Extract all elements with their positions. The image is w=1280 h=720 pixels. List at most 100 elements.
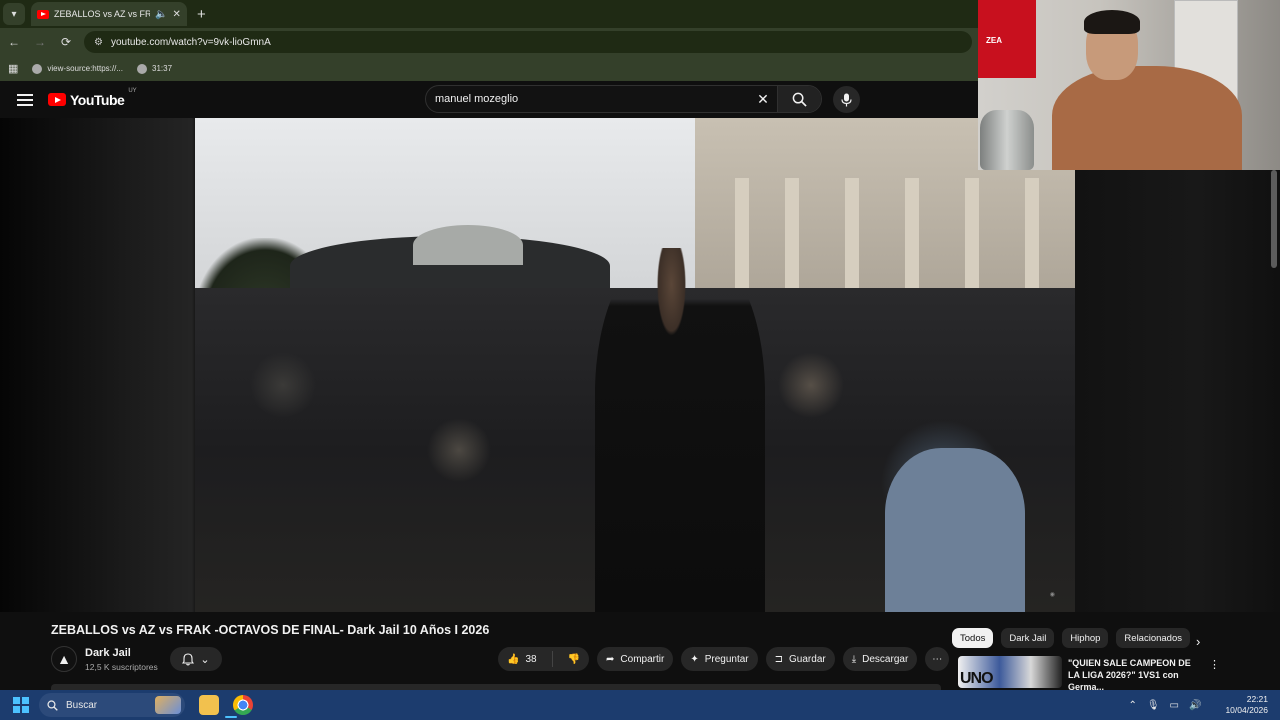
search-input[interactable]: manuel mozeglio — [435, 93, 749, 105]
chip-todos[interactable]: Todos — [952, 628, 994, 648]
thumbnail-text: UNO — [960, 670, 994, 687]
search-icon — [792, 92, 807, 107]
clock[interactable]: 22:21 10/04/2026 — [1225, 694, 1268, 716]
chevron-right-icon[interactable]: › — [1196, 634, 1200, 649]
voice-search-button[interactable] — [833, 86, 860, 113]
windows-taskbar: Buscar — [0, 690, 1280, 720]
webcam-thermos — [980, 110, 1034, 170]
share-icon: ➦ — [606, 653, 615, 665]
share-label: Compartir — [620, 653, 665, 665]
menu-hamburger-icon[interactable] — [17, 93, 33, 106]
jersey-text: ZEA — [986, 36, 1002, 45]
reload-button[interactable]: ⟳ — [54, 35, 78, 49]
clock-date: 10/04/2026 — [1225, 705, 1268, 715]
recommendation-chips: Todos Dark Jail Hiphop Relacionados — [952, 628, 1190, 648]
save-button[interactable]: ⊐ Guardar — [765, 647, 835, 671]
more-horizontal-icon: ⋯ — [932, 653, 943, 665]
apps-grid-icon[interactable]: ▦ — [8, 62, 18, 75]
webcam-jersey: ZEA — [978, 0, 1036, 78]
webcam-overlay: ZEA — [978, 0, 1280, 170]
chip-dark-jail[interactable]: Dark Jail — [1001, 628, 1055, 648]
bookmark-favicon-icon — [137, 63, 147, 74]
kebab-menu-icon[interactable]: ⋮ — [1209, 658, 1220, 671]
video-gazebo-dome — [413, 225, 523, 265]
clear-search-icon[interactable]: ✕ — [749, 91, 777, 108]
close-tab-icon[interactable]: ✕ — [172, 9, 180, 20]
new-tab-button[interactable]: + — [197, 6, 206, 23]
recommendation-title[interactable]: "QUIEN SALE CAMPEON DE LA LIGA 2026?" 1V… — [1068, 657, 1204, 693]
like-dislike-group: 👍 38 👎 — [498, 647, 590, 671]
bookmark-icon: ⊐ — [774, 653, 784, 665]
browser-toolbar: ← → ⟳ ⚙ youtube.com/watch?v=9vk-lioGmnA — [0, 28, 978, 56]
recommendation-thumbnail[interactable]: UNO — [958, 656, 1062, 688]
bell-icon — [182, 652, 195, 665]
bookmarks-bar: ▦ view-source:https://... 31:37 — [0, 56, 978, 81]
browser-tab-strip: ▾ ZEBALLOS vs AZ vs FRAK -O 🔈 ✕ + — [0, 0, 978, 28]
clock-time: 22:21 — [1246, 694, 1268, 704]
page-scrollbar[interactable] — [1271, 170, 1277, 268]
download-icon: ⤓ — [851, 653, 857, 665]
video-performer — [595, 248, 765, 612]
taskbar-search-label: Buscar — [66, 699, 98, 711]
chevron-up-icon[interactable]: ⌃ — [1128, 700, 1136, 711]
address-bar[interactable]: ⚙ youtube.com/watch?v=9vk-lioGmnA — [84, 31, 972, 53]
bookmark-label: 31:37 — [152, 64, 173, 73]
dislike-button[interactable]: 👎 — [559, 647, 589, 671]
thumbs-down-icon: 👎 — [567, 653, 581, 665]
like-count: 38 — [525, 653, 537, 665]
screen: ▾ ZEBALLOS vs AZ vs FRAK -O 🔈 ✕ + ← → ⟳ … — [0, 0, 1280, 720]
webcam-person-hair — [1084, 10, 1140, 34]
sparkle-icon: ✦ — [690, 653, 699, 665]
chrome-icon[interactable] — [233, 695, 253, 715]
forward-button[interactable]: → — [28, 35, 52, 49]
ask-button[interactable]: ✦ Preguntar — [681, 647, 758, 671]
network-icon[interactable]: ▭ — [1170, 700, 1179, 711]
like-divider — [551, 651, 553, 667]
channel-avatar[interactable]: ▲ — [51, 646, 77, 672]
windows-start-icon[interactable] — [13, 697, 29, 713]
microphone-icon[interactable]: 🎙 — [1147, 700, 1160, 711]
youtube-play-icon — [48, 93, 66, 106]
notification-bell-button[interactable]: ⌄ — [170, 647, 222, 671]
url-text: youtube.com/watch?v=9vk-lioGmnA — [110, 36, 271, 48]
volume-icon[interactable]: 🔊 — [1189, 700, 1201, 711]
chevron-down-icon: ⌄ — [200, 653, 210, 666]
ask-label: Preguntar — [704, 653, 749, 665]
video-player[interactable]: ◉ — [195, 118, 1075, 612]
download-button[interactable]: ⤓ Descargar — [842, 647, 918, 671]
bookmark-view-source[interactable]: view-source:https://... — [32, 63, 123, 74]
microphone-icon — [841, 93, 852, 106]
download-label: Descargar — [862, 653, 909, 665]
video-actions: 👍 38 👎 ➦ Compartir ✦ Preguntar ⊐ Guardar… — [498, 647, 950, 671]
youtube-logo[interactable]: YouTube UY — [48, 88, 137, 108]
chip-relacionados[interactable]: Relacionados — [1116, 628, 1190, 648]
speaker-icon[interactable]: 🔈 — [155, 9, 167, 20]
bookmark-timestamp[interactable]: 31:37 — [137, 63, 173, 74]
tab-title: ZEBALLOS vs AZ vs FRAK -O — [54, 9, 150, 19]
channel-name[interactable]: Dark Jail — [85, 647, 131, 659]
tab-search-button[interactable]: ▾ — [3, 3, 25, 25]
share-button[interactable]: ➦ Compartir — [597, 647, 674, 671]
chip-hiphop[interactable]: Hiphop — [1062, 628, 1109, 648]
system-tray: ⌃ 🎙 ▭ 🔊 22:21 10/04/2026 — [1128, 690, 1280, 720]
active-app-indicator — [225, 716, 237, 718]
like-button[interactable]: 👍 38 — [498, 647, 546, 671]
search-button[interactable] — [777, 86, 821, 112]
back-button[interactable]: ← — [2, 35, 26, 49]
site-info-icon[interactable]: ⚙ — [94, 37, 103, 48]
bookmark-label: view-source:https://... — [47, 64, 123, 73]
taskbar-search[interactable]: Buscar — [39, 693, 185, 717]
browser-tab-active[interactable]: ZEBALLOS vs AZ vs FRAK -O 🔈 ✕ — [31, 2, 187, 26]
more-actions-button[interactable]: ⋯ — [925, 647, 950, 671]
youtube-favicon-icon — [37, 9, 49, 19]
video-watermark-icon: ◉ — [1049, 592, 1055, 598]
save-label: Guardar — [789, 653, 826, 665]
file-explorer-icon[interactable] — [199, 695, 219, 715]
search-highlight-icon — [155, 696, 181, 714]
video-title: ZEBALLOS vs AZ vs FRAK -OCTAVOS DE FINAL… — [51, 623, 490, 637]
search-icon — [47, 699, 58, 711]
logo-text: YouTube — [70, 91, 125, 108]
thumbs-up-icon: 👍 — [507, 653, 520, 665]
globe-icon — [32, 63, 43, 74]
search-box: manuel mozeglio ✕ — [425, 85, 822, 113]
